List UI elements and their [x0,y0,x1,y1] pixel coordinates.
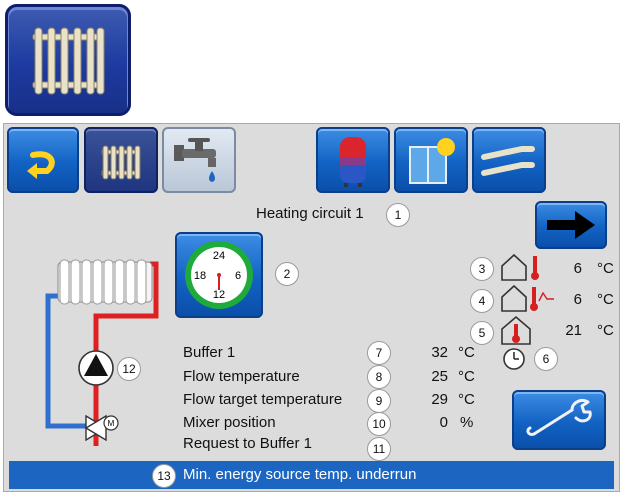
mixer-motor-label: M [108,419,115,428]
house-thermometer-icon [501,253,539,281]
pump-icon [78,350,114,386]
room-thermometer-icon [501,315,531,345]
callout-badge: 9 [367,389,391,413]
time-program-button[interactable]: 24 6 12 18 [175,232,263,318]
outside-temp-unit: °C [597,260,614,277]
clock-label-18: 18 [194,270,206,282]
callout-badge: 6 [534,347,558,371]
tab-solar[interactable] [394,127,468,193]
pipes-icon [481,146,535,176]
callout-badge: 1 [386,203,410,227]
back-arrow-icon [27,151,55,179]
row-value-buffer: 32 [431,344,448,361]
row-unit-flow-target: °C [458,391,475,408]
row-value-flow-target: 29 [431,391,448,408]
room-temp-value: 21 [565,322,582,339]
tab-pipes[interactable] [472,127,546,193]
row-unit-mixer: % [460,414,474,431]
row-label-flow-temp: Flow temperature [183,368,300,385]
callout-badge: 3 [470,257,494,281]
row-label-request: Request to Buffer 1 [183,435,312,452]
callout-badge: 11 [367,437,391,461]
heating-circuit-header-icon [5,4,131,116]
clock-label-24: 24 [213,250,225,262]
arrow-right-icon [547,211,595,239]
radiator-icon [101,145,141,180]
clock-label-12: 12 [213,289,225,301]
tab-heating-circuit[interactable] [84,127,158,193]
room-temp-unit: °C [597,322,614,339]
radiator-icon [57,259,153,305]
status-bar: 13 Min. energy source temp. underrun [9,461,614,489]
row-unit-buffer: °C [458,344,475,361]
next-button[interactable] [535,201,607,249]
row-label-mixer: Mixer position [183,414,276,431]
tab-hot-water[interactable] [162,127,236,193]
callout-badge: 4 [470,289,494,313]
callout-badge: 8 [367,365,391,389]
clock-label-6: 6 [235,270,241,282]
row-label-buffer: Buffer 1 [183,344,236,361]
back-button[interactable] [7,127,79,193]
hydraulic-diagram: M [45,259,159,446]
tab-buffer[interactable] [316,127,390,193]
callout-badge: 2 [275,262,299,286]
outside-temp-value: 6 [573,260,582,277]
page-title: Heating circuit 1 [256,205,364,222]
solar-icon [409,138,455,184]
callout-badge: 10 [367,412,391,436]
flow-temp-indicator-value: 6 [573,291,582,308]
timer-icon [503,348,525,370]
settings-button[interactable] [512,390,606,450]
house-curve-thermometer-icon [501,284,554,312]
wrench-icon [526,398,592,436]
callout-badge: 12 [117,357,141,381]
clock-icon: 24 6 12 18 [185,241,253,309]
radiator-icon [32,27,105,95]
row-unit-flow-temp: °C [458,368,475,385]
callout-badge: 7 [367,341,391,365]
mixer-valve-icon: M [84,414,119,442]
callout-badge: 5 [470,321,494,345]
row-label-flow-target: Flow target temperature [183,391,343,408]
callout-badge: 13 [152,464,176,488]
row-value-flow-temp: 25 [431,368,448,385]
tap-icon [174,138,216,182]
buffer-tank-icon [340,137,366,187]
status-message: Min. energy source temp. underrun [183,466,417,483]
flow-temp-indicator-unit: °C [597,291,614,308]
row-value-mixer: 0 [439,414,448,431]
